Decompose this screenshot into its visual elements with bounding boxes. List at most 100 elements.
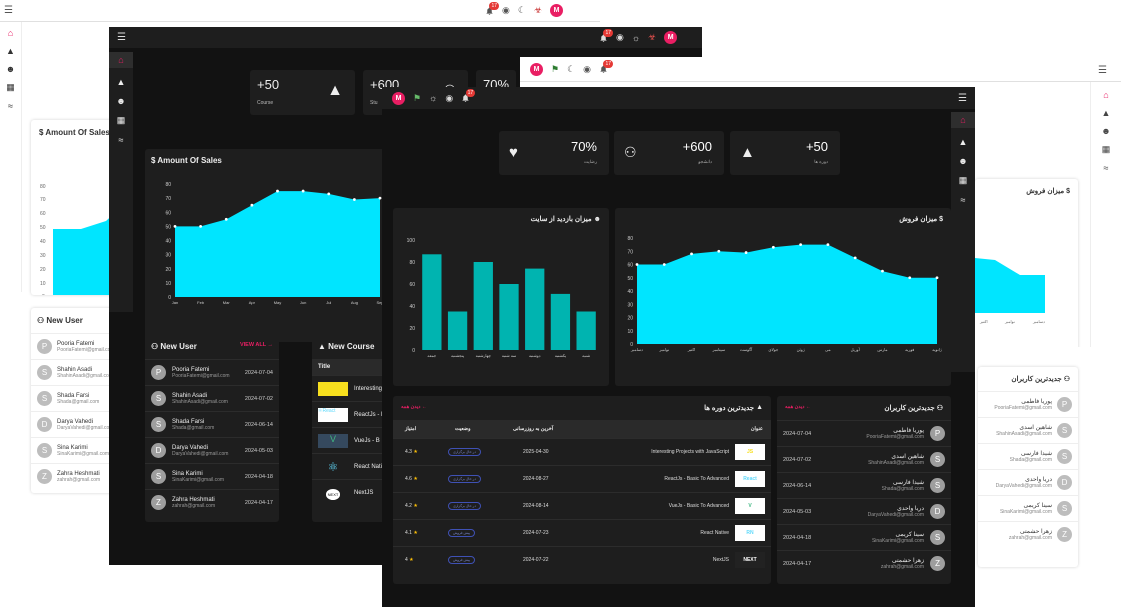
palette-icon[interactable]: ◉: [583, 64, 591, 75]
user-row[interactable]: P پوریا فاطمی PooriaFatemi@gmail.com 2024-0…: [777, 420, 951, 446]
course-updated: 2024-08-27: [523, 476, 549, 482]
palette-icon[interactable]: ◉: [445, 93, 453, 104]
users-icon[interactable]: ☻: [6, 64, 15, 74]
user-avatar[interactable]: M: [664, 31, 678, 44]
menu-icon[interactable]: ☰: [117, 32, 126, 43]
user-row[interactable]: P Pooria Fatemi PooriaFatemi@gmail.com: [31, 333, 121, 359]
moon-icon[interactable]: ☾: [518, 5, 526, 16]
chart-icon[interactable]: ≈: [961, 195, 966, 205]
view-all-link[interactable]: ← دیدن همه: [785, 404, 811, 412]
courses-icon[interactable]: ▲: [117, 77, 126, 87]
user-row[interactable]: S Shahin Asadi ShahinAsadi@gmail.com: [31, 359, 121, 385]
x-tick-label: سپتامبر: [712, 347, 726, 352]
palette-icon[interactable]: ◉: [502, 5, 510, 16]
bell-icon[interactable]: 17: [485, 1, 499, 16]
svg-text:30: 30: [40, 253, 46, 259]
person-icon: ☻: [593, 216, 601, 223]
user-row[interactable]: S شاهین اسدی ShahinAsadi@gmail.com 2024-07-…: [777, 446, 951, 472]
user-row[interactable]: P پوریا فاطمی PooriaFatemi@gmail.com: [978, 391, 1078, 417]
course-table-row[interactable]: RN React Native 2024-07-23 پیش فروش 4.1 ★: [393, 519, 771, 546]
user-avatar[interactable]: M: [550, 4, 564, 17]
user-row[interactable]: S Sina Karimi SinaKarimi@gmail.com: [31, 437, 121, 463]
calendar-icon[interactable]: ▦: [959, 175, 968, 186]
user-row[interactable]: D دریا واحدی DaryaVahedi@gmail.com 2024-05-…: [777, 498, 951, 524]
bell-icon[interactable]: 17: [599, 60, 614, 74]
course-row[interactable]: ⚛ React Nati: [312, 453, 392, 479]
menu-icon[interactable]: ☰: [4, 5, 13, 16]
chart-icon[interactable]: ≈: [119, 135, 124, 145]
new-courses-card-fa: ▲ جدیدترین دوره ها ← دیدن همه عنوان آخرین…: [393, 396, 771, 584]
palette-icon[interactable]: ◉: [616, 32, 624, 43]
user-row[interactable]: S سینا کریمی SinaKarimi@gmail.com 2024-04-1…: [777, 524, 951, 550]
home-icon[interactable]: ⌂: [109, 52, 133, 68]
user-row[interactable]: S Sina Karimi SinaKarimi@gmail.com 2024-04-…: [145, 463, 279, 489]
course-row[interactable]: NEXT NextJS: [312, 479, 392, 505]
course-score: 4.6 ★: [405, 476, 418, 482]
course-row[interactable]: Interesting: [312, 375, 392, 401]
course-table-row[interactable]: NEXT NextJS 2024-07-22 پیش فروش 4 ★: [393, 546, 771, 573]
svg-text:40: 40: [40, 239, 46, 245]
data-point: [717, 249, 721, 253]
calendar-icon[interactable]: ▦: [117, 115, 126, 126]
view-all-link[interactable]: VIEW ALL →: [240, 342, 273, 351]
course-row[interactable]: ⚛React ReactJs - B: [312, 401, 392, 427]
users-icon[interactable]: ☻: [116, 96, 125, 106]
courses-icon[interactable]: ▲: [1102, 108, 1111, 118]
user-row[interactable]: P Pooria Fatemi PooriaFatemi@gmail.com 2024…: [145, 359, 279, 385]
user-row[interactable]: Z Zahra Heshmati zahrah@gmail.com 2024-04-1…: [145, 489, 279, 515]
menu-icon[interactable]: ☰: [958, 93, 967, 104]
home-icon[interactable]: ⌂: [951, 112, 975, 128]
user-row[interactable]: D Darya Vahedi DaryaVahedi@gmail.com 2024-0…: [145, 437, 279, 463]
courses-icon[interactable]: ▲: [6, 46, 15, 56]
group-icon: ⚇: [1063, 376, 1070, 383]
user-row[interactable]: Z زهرا حشمتی zahrah@gmail.com: [978, 521, 1078, 547]
user-row[interactable]: S شاهین اسدی ShahinAsadi@gmail.com: [978, 417, 1078, 443]
flag-iran-icon[interactable]: ⚑: [551, 64, 559, 75]
home-icon[interactable]: ⌂: [8, 28, 13, 38]
bar: [550, 293, 571, 350]
course-table-row[interactable]: React ReactJs - Basic To Advanced 2024-08-…: [393, 465, 771, 492]
view-all-link[interactable]: ← دیدن همه: [401, 404, 427, 412]
calendar-icon[interactable]: ▦: [1102, 144, 1111, 155]
user-row[interactable]: S Shada Farsi Shada@gmail.com 2024-06-14: [145, 411, 279, 437]
y-tick-label: 60: [627, 263, 633, 269]
courses-icon[interactable]: ▲: [959, 137, 968, 147]
users-icon[interactable]: ☻: [1101, 126, 1110, 136]
sun-icon[interactable]: ☼: [429, 93, 437, 103]
user-row[interactable]: D Darya Vahedi DaryaVahedi@gmail.com: [31, 411, 121, 437]
x-tick-label: چهارشنبه: [476, 353, 492, 358]
group-icon: ⚇: [936, 405, 943, 412]
user-row[interactable]: S سینا کریمی SinaKarimi@gmail.com: [978, 495, 1078, 521]
user-row[interactable]: Z زهرا حشمتی zahrah@gmail.com 2024-04-17: [777, 550, 951, 576]
course-table-row[interactable]: JS Interesting Projects with JavaScript 20…: [393, 438, 771, 465]
sun-icon[interactable]: ☼: [632, 33, 640, 43]
bar: [473, 262, 493, 350]
user-avatar[interactable]: M: [530, 62, 543, 76]
user-row[interactable]: S Shahin Asadi ShahinAsadi@gmail.com 2024-0…: [145, 385, 279, 411]
star-icon: ★: [413, 530, 418, 536]
course-row[interactable]: V VueJs - B: [312, 427, 392, 453]
menu-icon[interactable]: ☰: [1098, 65, 1107, 76]
user-row[interactable]: S شیدا فارسی Shada@gmail.com 2024-06-14: [777, 472, 951, 498]
bell-icon[interactable]: 17: [599, 28, 613, 43]
chart-icon[interactable]: ≈: [1104, 163, 1109, 173]
flag-uk-icon[interactable]: ☣: [534, 5, 542, 16]
users-icon[interactable]: ☻: [958, 156, 967, 166]
course-table-row[interactable]: V VueJs - Basic To Advanced 2024-08-14 در ح…: [393, 492, 771, 519]
bell-icon[interactable]: 17: [461, 89, 476, 103]
calendar-icon[interactable]: ▦: [6, 82, 15, 93]
user-avatar[interactable]: M: [392, 91, 405, 105]
course-status: پیش فروش: [448, 529, 476, 537]
user-row[interactable]: S Shada Farsi Shada@gmail.com: [31, 385, 121, 411]
moon-icon[interactable]: ☾: [567, 64, 575, 75]
area-series: [175, 191, 380, 297]
svg-text:نوامبر: نوامبر: [1004, 319, 1015, 324]
user-row[interactable]: S شیدا فارسی Shada@gmail.com: [978, 443, 1078, 469]
home-icon[interactable]: ⌂: [1103, 90, 1108, 100]
flag-iran-icon[interactable]: ⚑: [413, 93, 421, 104]
svg-text:10: 10: [40, 281, 46, 287]
user-row[interactable]: Z Zahra Heshmati zahrah@gmail.com: [31, 463, 121, 489]
user-row[interactable]: D دریا واحدی DaryaVahedi@gmail.com: [978, 469, 1078, 495]
flag-uk-icon[interactable]: ☣: [648, 32, 656, 43]
chart-icon[interactable]: ≈: [8, 101, 13, 111]
